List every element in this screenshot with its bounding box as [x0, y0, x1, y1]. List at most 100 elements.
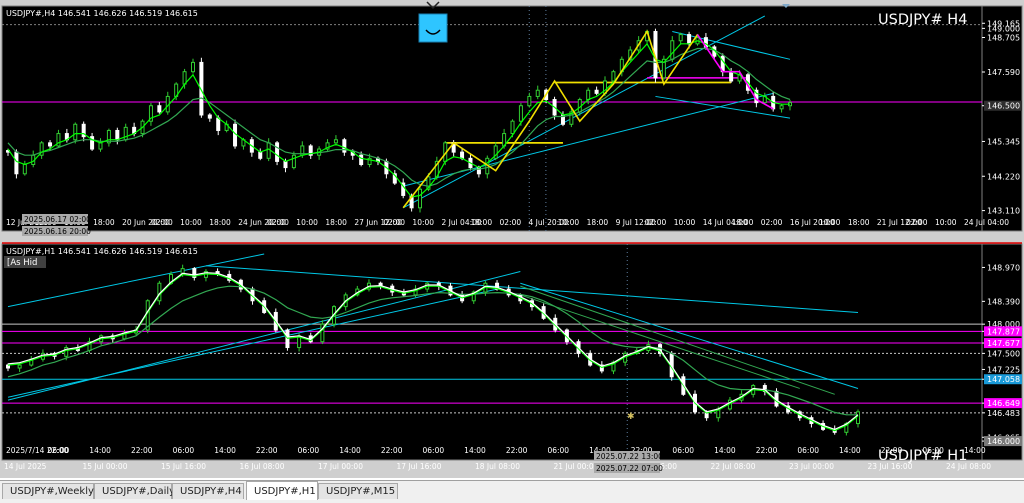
time-tick-label: 02:00 [761, 218, 783, 227]
time-tick-label: 14:00 [339, 446, 361, 455]
time-tick-label: 22:00 [756, 446, 778, 455]
time-tick-label: 14:00 [464, 446, 486, 455]
date-tick-label: 15 Jul 00:00 [83, 462, 128, 471]
chart-area: 149.165 149.000 148.705 147.590 146.500 145.3… [0, 0, 1024, 478]
time-tick-label: 06:00 [298, 446, 320, 455]
price-tick-label: 147.225 [987, 365, 1020, 374]
date-tick-label: 18 Jul 08:00 [475, 462, 520, 471]
candle-body [73, 123, 78, 141]
time-tick-label: 14:00 [839, 446, 861, 455]
candle-body [190, 61, 195, 73]
date-tick-label: 16 Jul 08:00 [240, 462, 285, 471]
date-tick-label: 22 Jul 08:00 [711, 462, 756, 471]
candle-body [535, 89, 540, 97]
time-tick-label: 10:00 [296, 218, 318, 227]
time-tick-label: 02:00 [906, 218, 928, 227]
candle-body [359, 154, 364, 165]
time-tick-label: 10:00 [819, 218, 841, 227]
date-tick-label: 15 Jul 16:00 [161, 462, 206, 471]
price-tick-label: 147.590 [987, 68, 1020, 77]
tab-h4[interactable]: USDJPY#,H4 [172, 483, 244, 499]
candle-body [283, 160, 288, 169]
candle-body [586, 89, 591, 101]
time-tick-label: 02:00 [383, 218, 405, 227]
time-tick-label: 18:00 [587, 218, 609, 227]
time-tick-label: 22:00 [131, 446, 153, 455]
candle-body [291, 154, 296, 169]
candle-body [333, 139, 338, 144]
candle-body [670, 40, 675, 60]
price-tick-label: 148.970 [987, 263, 1020, 272]
candle-body [157, 105, 162, 113]
h1-chart-pane[interactable]: 148.970148.390148.000147.877147.677147.5… [0, 242, 1024, 478]
candle-body [510, 120, 515, 135]
price-tick-label: 145.345 [987, 137, 1020, 146]
time-tick-label: 02:00 [267, 218, 289, 227]
crosshair-time-label: 2025.06.16 20:00 [24, 227, 91, 236]
price-tick-label: 147.500 [987, 349, 1020, 358]
time-tick-label: 06:00 [547, 446, 569, 455]
date-tick-label: 17 Jul 00:00 [318, 462, 363, 471]
time-tick-label: 10:00 [935, 218, 957, 227]
crosshair-time-label: 2025.07.22 13:00 [596, 452, 663, 461]
time-tick-label: 10:00 [674, 218, 696, 227]
time-tick-label: 02:00 [151, 218, 173, 227]
candle-body [527, 95, 532, 107]
symbol-timeframe-label: USDJPY# H1 [878, 448, 967, 464]
time-tick-label: 14:00 [714, 446, 736, 455]
time-tick-label: 06:00 [173, 446, 195, 455]
time-tick-label: 02:00 [645, 218, 667, 227]
price-tick-label: 146.649 [987, 399, 1020, 408]
time-tick-label: 06:00 [672, 446, 694, 455]
candle-body [729, 71, 734, 82]
candle-body [266, 142, 271, 159]
candle-body [216, 117, 221, 131]
crosshair-time-label: 2025.07.22 07:00 [596, 464, 663, 473]
time-tick-label: 02:00 [500, 218, 522, 227]
candle-body [258, 151, 263, 159]
candle-body [611, 71, 616, 82]
price-tick-label: 148.390 [987, 297, 1020, 306]
tab-m15[interactable]: USDJPY#,M15 [318, 483, 398, 499]
time-tick-label: 10:00 [412, 218, 434, 227]
time-tick-label: 18:00 [732, 218, 754, 227]
time-tick-label: 22:00 [256, 446, 278, 455]
price-tick-label: 147.677 [987, 339, 1020, 348]
chart-tab-bar: USDJPY#,Weekly USDJPY#,Daily USDJPY#,H4 … [0, 480, 1024, 503]
chart-info-text: USDJPY#,H1 146.541 146.626 146.519 146.6… [6, 247, 198, 256]
tab-weekly[interactable]: USDJPY#,Weekly [2, 483, 94, 499]
h4-chart-pane[interactable]: 149.165149.000148.705147.590146.500145.3… [0, 0, 1024, 242]
crosshair-time-label: 2025.06.17 02:00 [24, 215, 91, 224]
tab-h1[interactable]: USDJPY#,H1 [246, 481, 318, 500]
candle-body [123, 126, 128, 141]
time-tick-label: 18:00 [93, 218, 115, 227]
time-tick-label: 24 Jul 04:00 [964, 218, 1009, 227]
time-tick-label: 10:00 [180, 218, 202, 227]
candle-body [779, 105, 784, 110]
candle-body [856, 411, 860, 425]
candle-body [14, 151, 19, 175]
price-tick-label: 146.500 [987, 102, 1020, 111]
candle-body [115, 129, 120, 141]
event-marker-icon: ✱ [627, 412, 635, 422]
price-tick-label: 144.220 [987, 172, 1020, 181]
date-tick-label: 14 Jul 2025 [4, 462, 47, 471]
price-tick-label: 148.705 [987, 34, 1020, 43]
indicator-label: [As Hid [7, 258, 37, 268]
tab-daily[interactable]: USDJPY#,Daily [94, 483, 175, 499]
time-tick-label: 14:00 [89, 446, 111, 455]
price-tick-label: 146.000 [987, 437, 1020, 446]
price-tick-label: 147.877 [987, 327, 1020, 336]
app-logo-icon [418, 13, 448, 43]
price-tick-label: 149.000 [987, 24, 1020, 33]
candle-body [460, 151, 465, 159]
time-tick-label: 18:00 [325, 218, 347, 227]
time-tick-label: 10:00 [558, 218, 580, 227]
candle-body [518, 105, 523, 122]
time-tick-label: 18:00 [209, 218, 231, 227]
candle-body [418, 188, 423, 209]
candle-body [594, 89, 599, 94]
candle-body [207, 114, 212, 119]
time-tick-label: 18:00 [848, 218, 870, 227]
candle-body [275, 142, 280, 162]
